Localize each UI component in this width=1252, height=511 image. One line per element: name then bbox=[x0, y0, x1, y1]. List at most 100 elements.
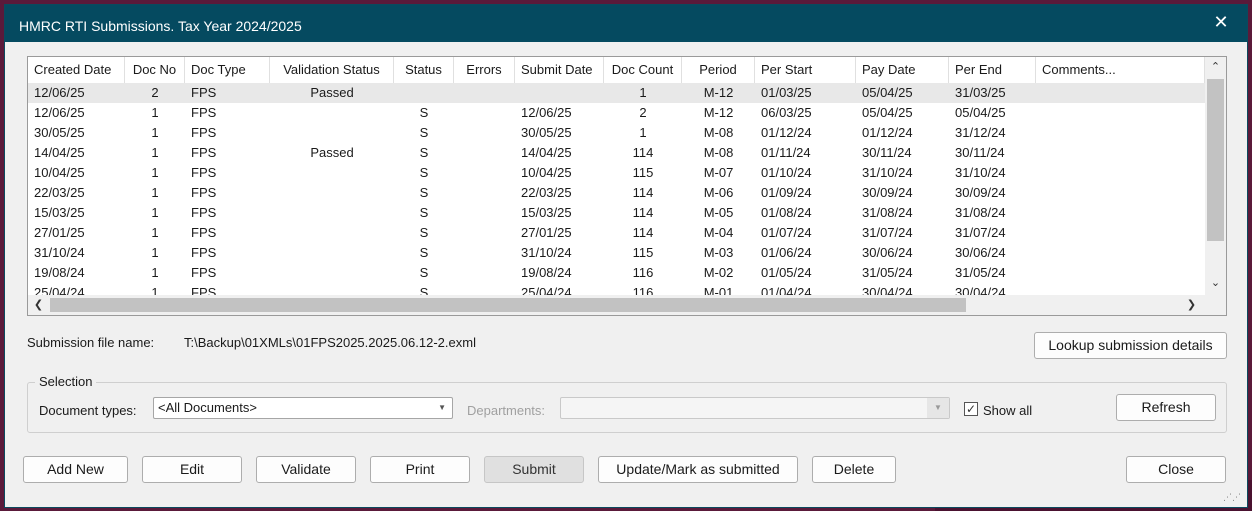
table-row[interactable]: 14/04/25 1 FPS Passed S 14/04/25 114 M-08 01/11/… bbox=[28, 143, 1205, 163]
cell-errors bbox=[454, 243, 515, 263]
cell-status: S bbox=[419, 245, 429, 260]
vertical-scroll-thumb[interactable] bbox=[1207, 79, 1224, 241]
cell-submit-date: 12/06/25 bbox=[521, 105, 572, 120]
resize-grip-icon[interactable]: ⋰⋰ bbox=[1223, 492, 1241, 503]
table-row[interactable]: 27/01/25 1 FPS S 27/01/25 114 M-04 01/07/24 31/0… bbox=[28, 223, 1205, 243]
cell-pay-date: 31/08/24 bbox=[862, 205, 913, 220]
show-all-label: Show all bbox=[983, 403, 1033, 418]
column-header-pay-date[interactable]: Pay Date bbox=[856, 57, 949, 83]
cell-doc-type: FPS bbox=[191, 265, 217, 280]
add-new-button[interactable]: Add New bbox=[23, 456, 128, 483]
column-header-doc-count[interactable]: Doc Count bbox=[604, 57, 682, 83]
title-bar[interactable]: HMRC RTI Submissions. Tax Year 2024/2025… bbox=[5, 5, 1247, 42]
cell-pay-date: 01/12/24 bbox=[862, 125, 913, 140]
show-all-checkbox[interactable]: ✓ bbox=[964, 402, 978, 416]
cell-per-end: 30/06/24 bbox=[955, 245, 1006, 260]
scroll-left-icon[interactable]: ❮ bbox=[28, 295, 49, 315]
cell-doc-count: 115 bbox=[632, 245, 654, 260]
update-mark-submitted-button[interactable]: Update/Mark as submitted bbox=[598, 456, 798, 483]
document-types-select[interactable]: <All Documents> ▼ bbox=[153, 397, 453, 419]
table-row[interactable]: 30/05/25 1 FPS S 30/05/25 1 M-08 01/12/24 01/12/… bbox=[28, 123, 1205, 143]
scroll-right-icon[interactable]: ❯ bbox=[1181, 295, 1202, 315]
cell-pay-date: 31/07/24 bbox=[862, 225, 913, 240]
column-header-validation-status[interactable]: Validation Status bbox=[270, 57, 394, 83]
column-header-per-start[interactable]: Per Start bbox=[755, 57, 856, 83]
vertical-scrollbar[interactable]: ⌃ ⌄ bbox=[1205, 57, 1226, 297]
cell-doc-no: 1 bbox=[151, 125, 159, 140]
column-header-doc-type[interactable]: Doc Type bbox=[185, 57, 270, 83]
table-row[interactable]: 31/10/24 1 FPS S 31/10/24 115 M-03 01/06/24 30/0… bbox=[28, 243, 1205, 263]
cell-per-start: 06/03/25 bbox=[761, 105, 812, 120]
table-row[interactable]: 15/03/25 1 FPS S 15/03/25 114 M-05 01/08/24 31/0… bbox=[28, 203, 1205, 223]
table-row[interactable]: 12/06/25 2 FPS Passed 1 M-12 01/03/25 05/04/25 3… bbox=[28, 83, 1205, 103]
cell-comments bbox=[1042, 183, 1205, 203]
lookup-submission-button[interactable]: Lookup submission details bbox=[1034, 332, 1227, 359]
checkmark-icon: ✓ bbox=[965, 402, 977, 416]
cell-doc-type: FPS bbox=[191, 145, 217, 160]
cell-status: S bbox=[419, 105, 429, 120]
cell-doc-type: FPS bbox=[191, 105, 217, 120]
column-header-errors[interactable]: Errors bbox=[454, 57, 515, 83]
cell-doc-no: 1 bbox=[151, 105, 159, 120]
cell-created-date: 22/03/25 bbox=[34, 185, 85, 200]
cell-validation-status bbox=[270, 163, 394, 183]
cell-doc-no: 1 bbox=[151, 185, 159, 200]
cell-doc-count: 1 bbox=[639, 125, 647, 140]
cell-comments bbox=[1042, 143, 1205, 163]
cell-doc-type: FPS bbox=[191, 225, 217, 240]
cell-doc-count: 114 bbox=[632, 225, 654, 240]
column-header-status[interactable]: Status bbox=[394, 57, 454, 83]
table-row[interactable]: 22/03/25 1 FPS S 22/03/25 114 M-06 01/09/24 30/0… bbox=[28, 183, 1205, 203]
refresh-button[interactable]: Refresh bbox=[1116, 394, 1216, 421]
cell-validation-status bbox=[270, 223, 394, 243]
departments-select[interactable]: ▼ bbox=[560, 397, 950, 419]
cell-submit-date: 10/04/25 bbox=[521, 165, 572, 180]
cell-doc-no: 1 bbox=[151, 245, 159, 260]
cell-doc-no: 1 bbox=[151, 205, 159, 220]
column-header-comments[interactable]: Comments... bbox=[1036, 57, 1205, 83]
submit-button[interactable]: Submit bbox=[484, 456, 584, 483]
close-button[interactable]: Close bbox=[1126, 456, 1226, 483]
table-row[interactable]: 19/08/24 1 FPS S 19/08/24 116 M-02 01/05/24 31/0… bbox=[28, 263, 1205, 283]
chevron-down-icon: ▼ bbox=[438, 403, 446, 412]
close-window-icon[interactable]: ✕ bbox=[1209, 12, 1233, 34]
column-header-submit-date[interactable]: Submit Date bbox=[515, 57, 604, 83]
print-button[interactable]: Print bbox=[370, 456, 470, 483]
cell-validation-status bbox=[270, 203, 394, 223]
window-title: HMRC RTI Submissions. Tax Year 2024/2025 bbox=[19, 18, 302, 34]
scroll-up-icon[interactable]: ⌃ bbox=[1205, 57, 1226, 77]
column-header-created-date[interactable]: Created Date bbox=[28, 57, 125, 83]
cell-validation-status: Passed bbox=[310, 85, 354, 100]
cell-errors bbox=[454, 183, 515, 203]
cell-comments bbox=[1042, 243, 1205, 263]
document-types-label: Document types: bbox=[39, 403, 137, 418]
table-row[interactable]: 10/04/25 1 FPS S 10/04/25 115 M-07 01/10/24 31/1… bbox=[28, 163, 1205, 183]
column-header-period[interactable]: Period bbox=[682, 57, 755, 83]
table-row[interactable]: 12/06/25 1 FPS S 12/06/25 2 M-12 06/03/25 05/04/… bbox=[28, 103, 1205, 123]
edit-button[interactable]: Edit bbox=[142, 456, 242, 483]
cell-period: M-06 bbox=[703, 185, 734, 200]
cell-errors bbox=[454, 263, 515, 283]
cell-created-date: 30/05/25 bbox=[34, 125, 85, 140]
cell-pay-date: 31/10/24 bbox=[862, 165, 913, 180]
column-header-per-end[interactable]: Per End bbox=[949, 57, 1036, 83]
cell-comments bbox=[1042, 163, 1205, 183]
cell-doc-count: 116 bbox=[632, 265, 654, 280]
cell-created-date: 14/04/25 bbox=[34, 145, 85, 160]
cell-submit-date bbox=[521, 83, 604, 103]
column-header-doc-no[interactable]: Doc No bbox=[125, 57, 185, 83]
cell-errors bbox=[454, 163, 515, 183]
grid-header: Created Date Doc No Doc Type Validation Sta… bbox=[28, 57, 1205, 83]
horizontal-scrollbar[interactable]: ❮ ❯ bbox=[28, 295, 1226, 315]
horizontal-scroll-thumb[interactable] bbox=[50, 298, 966, 312]
cell-per-start: 01/05/24 bbox=[761, 265, 812, 280]
submissions-grid[interactable]: Created Date Doc No Doc Type Validation Sta… bbox=[27, 56, 1227, 316]
cell-per-start: 01/09/24 bbox=[761, 185, 812, 200]
cell-per-end: 31/12/24 bbox=[955, 125, 1006, 140]
cell-doc-type: FPS bbox=[191, 245, 217, 260]
delete-button[interactable]: Delete bbox=[812, 456, 896, 483]
cell-errors bbox=[454, 203, 515, 223]
scroll-down-icon[interactable]: ⌄ bbox=[1205, 273, 1226, 293]
cell-doc-count: 2 bbox=[639, 105, 647, 120]
validate-button[interactable]: Validate bbox=[256, 456, 356, 483]
